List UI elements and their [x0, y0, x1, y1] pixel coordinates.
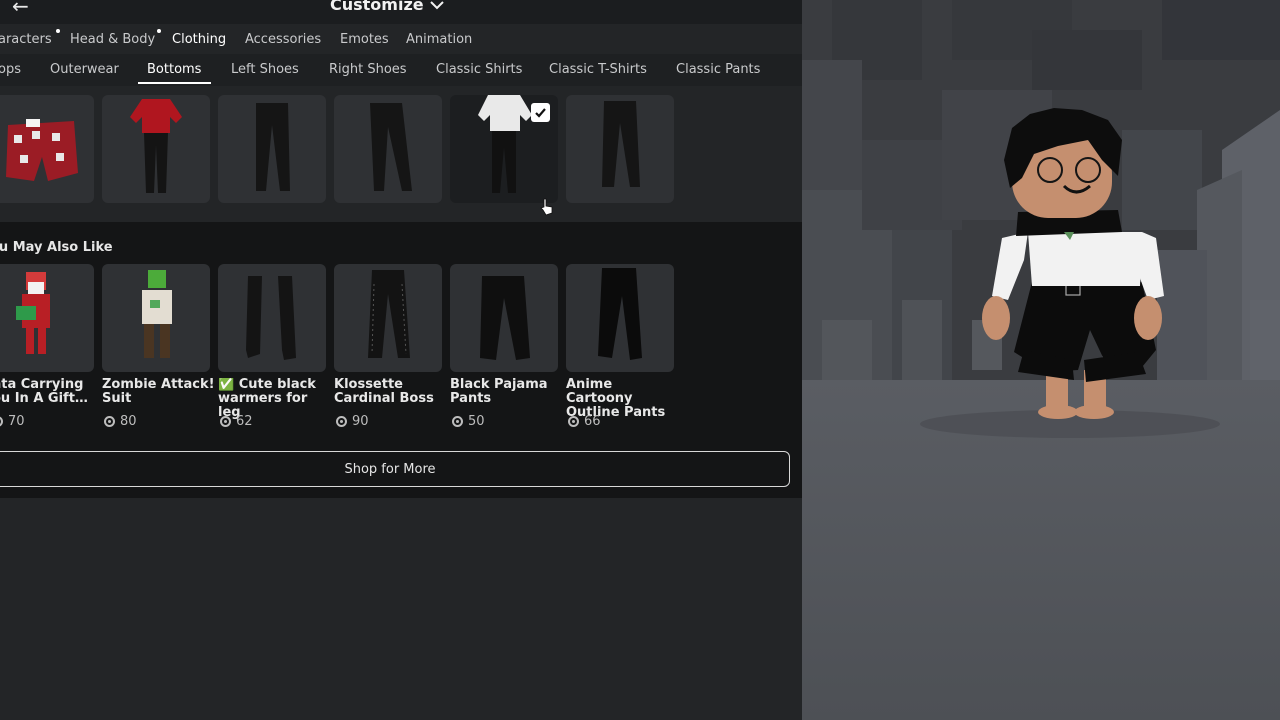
item-price: 70: [0, 414, 25, 429]
subtab-tops[interactable]: ops: [0, 62, 21, 77]
inventory-item[interactable]: [334, 95, 442, 203]
tab-characters[interactable]: aracters: [0, 32, 52, 47]
recommended-item-name[interactable]: Klossette Cardinal Boss: [334, 378, 450, 406]
inventory-item[interactable]: [566, 95, 674, 203]
recommended-item-thumbnail[interactable]: [450, 264, 558, 372]
subtab-classic-pants[interactable]: Classic Pants: [676, 62, 760, 77]
item-price: 80: [104, 414, 137, 429]
black-pants-icon: [370, 103, 412, 191]
recommended-item-thumbnail[interactable]: [334, 264, 442, 372]
robux-icon: [452, 416, 463, 427]
black-pants-icon: [256, 103, 290, 191]
page-title: Customize: [330, 0, 424, 14]
inventory-item[interactable]: [0, 95, 94, 203]
tab-emotes[interactable]: Emotes: [340, 32, 389, 47]
recommended-item-thumbnail[interactable]: [102, 264, 210, 372]
new-indicator-dot: [56, 29, 60, 33]
robux-icon: [336, 416, 347, 427]
robux-icon: [104, 416, 115, 427]
recommendations-section: ou May Also Like nta Carrying ou In A Gif…: [0, 222, 802, 498]
leg-warmers-icon: [246, 276, 296, 360]
tab-accessories[interactable]: Accessories: [245, 32, 321, 47]
subtab-right-shoes[interactable]: Right Shoes: [329, 62, 407, 77]
subtab-outerwear[interactable]: Outerwear: [50, 62, 119, 77]
tab-clothing[interactable]: Clothing: [172, 32, 226, 47]
item-price: 66: [568, 414, 601, 429]
arrow-left-icon[interactable]: ←: [12, 0, 29, 18]
recommended-item-thumbnail[interactable]: [0, 264, 94, 372]
new-indicator-dot: [157, 29, 161, 33]
shop-for-more-button[interactable]: Shop for More: [0, 451, 790, 487]
red-shirt-outfit-icon: [130, 99, 182, 193]
inventory-item-selected[interactable]: [450, 95, 558, 203]
item-price: 62: [220, 414, 253, 429]
robux-icon: [0, 416, 3, 427]
zombie-avatar-icon: [142, 270, 172, 358]
subtab-bottoms[interactable]: Bottoms: [147, 62, 201, 77]
inventory-grid: [0, 86, 802, 222]
santa-avatar-icon: [16, 272, 50, 354]
tab-head-body[interactable]: Head & Body: [70, 32, 155, 47]
item-price: 90: [336, 414, 369, 429]
subtab-left-shoes[interactable]: Left Shoes: [231, 62, 299, 77]
category-tabs: aracters Head & Body Clothing Accessorie…: [0, 24, 802, 54]
black-pants-icon: [602, 101, 640, 187]
tab-animation[interactable]: Animation: [406, 32, 472, 47]
active-tab-underline: [138, 82, 211, 84]
hand-cursor-icon: [540, 198, 553, 216]
recommended-item-thumbnail[interactable]: [566, 264, 674, 372]
recommended-item-name[interactable]: Zombie Attack! Suit: [102, 378, 218, 406]
recommended-item-name[interactable]: nta Carrying ou In A Gift…: [0, 378, 108, 406]
item-price: 50: [452, 414, 485, 429]
red-shorts-icon: [6, 119, 78, 181]
outline-pants-icon: [598, 268, 642, 360]
chevron-down-icon: [429, 0, 444, 9]
cardinal-pants-icon: [368, 270, 410, 358]
customize-panel: ← Customize aracters Head & Body Clothin…: [0, 0, 802, 720]
avatar-preview-canvas: [802, 0, 1280, 720]
recommended-item-name[interactable]: Black Pajama Pants: [450, 378, 566, 406]
subtab-classic-shirts[interactable]: Classic Shirts: [436, 62, 522, 77]
inventory-item[interactable]: [218, 95, 326, 203]
pajama-pants-icon: [480, 276, 530, 360]
customize-dropdown[interactable]: Customize: [330, 0, 444, 14]
inventory-item[interactable]: [102, 95, 210, 203]
avatar-preview-scene[interactable]: [802, 0, 1280, 720]
robux-icon: [568, 416, 579, 427]
selected-checkmark-icon: [531, 103, 550, 122]
subcategory-tabs: ops Outerwear Bottoms Left Shoes Right S…: [0, 54, 802, 86]
robux-icon: [220, 416, 231, 427]
subtab-classic-tshirts[interactable]: Classic T-Shirts: [549, 62, 647, 77]
recommended-item-thumbnail[interactable]: [218, 264, 326, 372]
top-bar: ← Customize: [0, 0, 802, 24]
section-title: ou May Also Like: [0, 240, 113, 255]
